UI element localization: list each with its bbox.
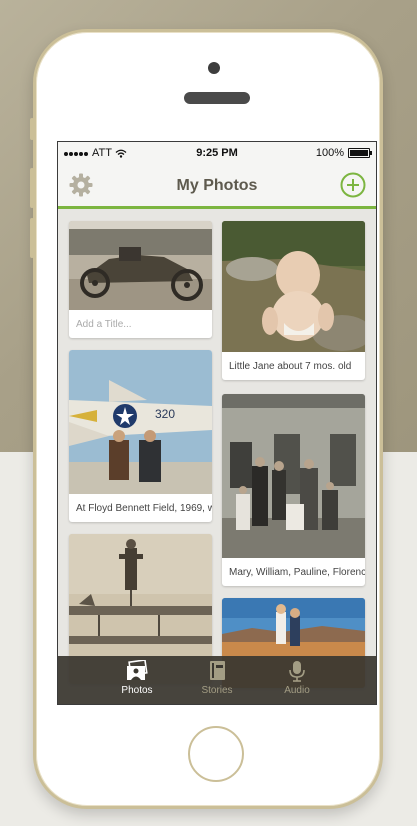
photo-caption: Little Jane about 7 mos. old bbox=[229, 361, 352, 372]
tab-audio[interactable]: Audio bbox=[257, 660, 337, 696]
photo-grid: Add a Title... Little Jane about 7 mos. … bbox=[58, 209, 376, 688]
front-camera bbox=[208, 62, 220, 74]
photo-title-input[interactable]: Add a Title... bbox=[69, 310, 212, 338]
battery-icon bbox=[348, 148, 372, 158]
app-screen: ATT 9:25 PM 100% My Photos Add a Title..… bbox=[57, 141, 377, 705]
earpiece-speaker bbox=[184, 92, 250, 104]
mute-switch bbox=[30, 118, 34, 140]
tab-stories-label: Stories bbox=[201, 685, 233, 696]
nav-bar: My Photos bbox=[58, 164, 376, 209]
jet-aircraft-photo: 320 bbox=[69, 350, 212, 494]
baby-photo bbox=[222, 221, 365, 352]
photo-caption: Mary, William, Pauline, Florence bbox=[229, 567, 365, 578]
tab-bar: Photos Stories Audio bbox=[58, 656, 376, 704]
photo-card[interactable]: Mary, William, Pauline, Florence bbox=[222, 394, 365, 586]
tab-photos-label: Photos bbox=[121, 685, 153, 696]
volume-down-button bbox=[30, 218, 34, 258]
battery-percent: 100% bbox=[315, 147, 344, 159]
microphone-icon bbox=[289, 661, 305, 682]
battery-status: 100% bbox=[315, 147, 372, 159]
svg-text:320: 320 bbox=[155, 407, 175, 421]
book-icon bbox=[210, 661, 225, 680]
status-bar: ATT 9:25 PM 100% bbox=[58, 142, 376, 164]
tab-audio-label: Audio bbox=[284, 685, 310, 696]
photo-card[interactable]: Add a Title... bbox=[69, 221, 212, 338]
photos-icon bbox=[127, 660, 148, 680]
page-title: My Photos bbox=[176, 177, 258, 194]
tab-photos[interactable]: Photos bbox=[97, 660, 177, 696]
tab-stories[interactable]: Stories bbox=[177, 660, 257, 696]
plus-circle-icon[interactable] bbox=[340, 172, 366, 198]
home-button[interactable] bbox=[188, 726, 244, 782]
race-car-photo bbox=[69, 221, 212, 310]
family-photo bbox=[222, 394, 365, 558]
photo-caption: At Floyd Bennett Field, 1969, with bbox=[76, 503, 212, 514]
volume-up-button bbox=[30, 168, 34, 208]
photo-card[interactable]: Little Jane about 7 mos. old bbox=[222, 221, 365, 380]
photo-card[interactable]: 320 At Floyd Bennett Field, 1969, with bbox=[69, 350, 212, 522]
